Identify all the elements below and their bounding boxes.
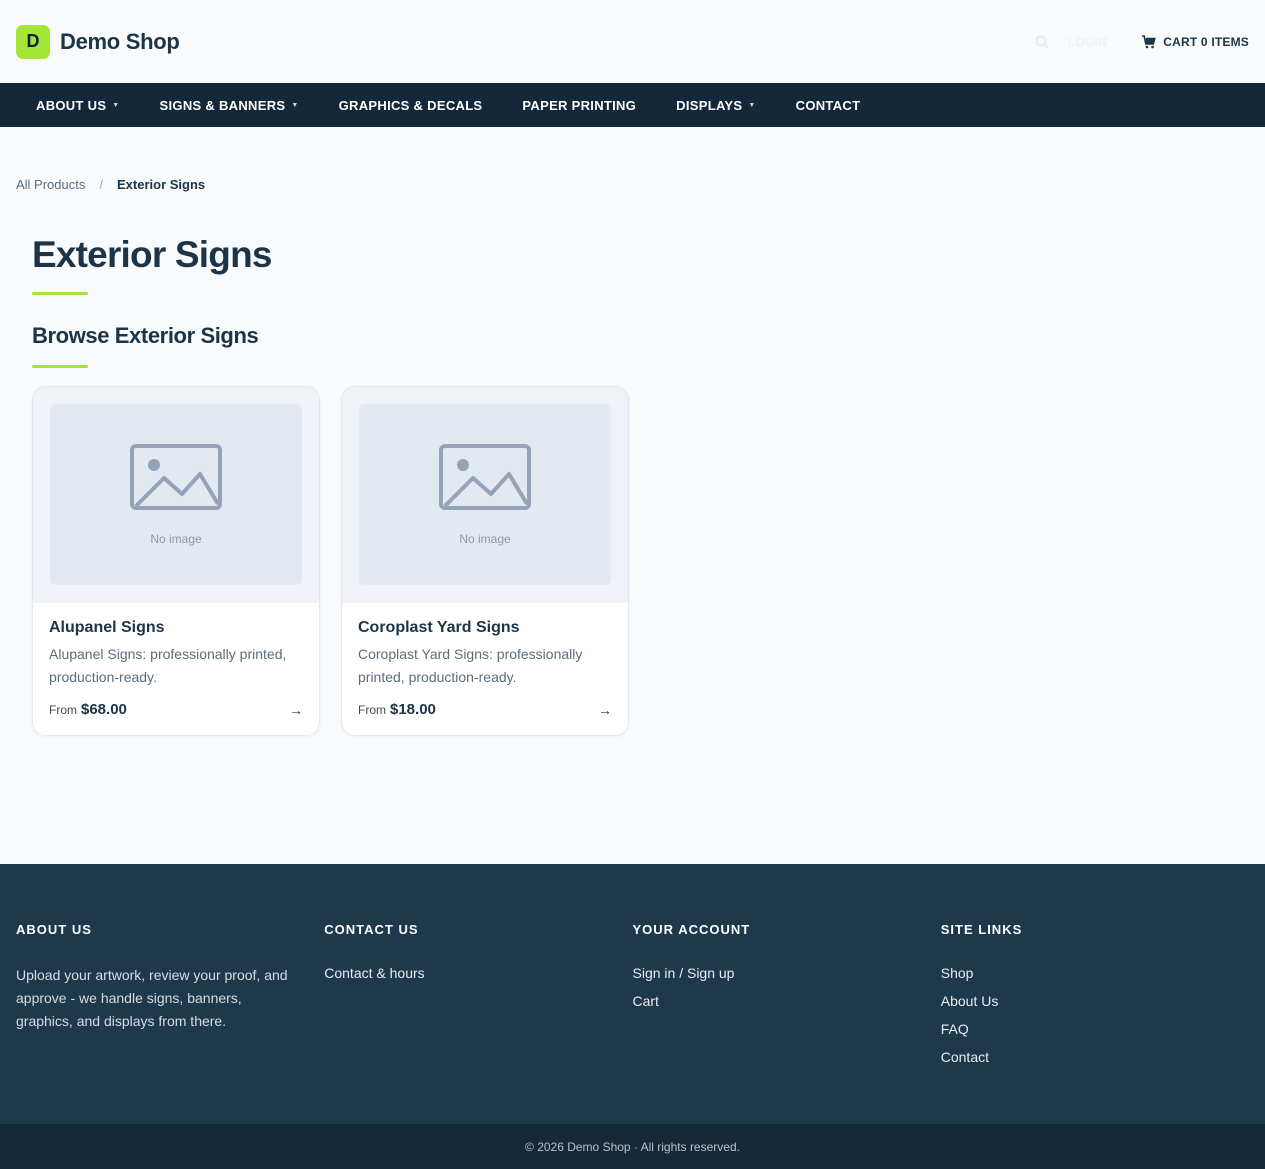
card-media: No image — [33, 387, 319, 603]
site-footer: ABOUT US Upload your artwork, review you… — [0, 864, 1265, 1124]
footer-link-shop[interactable]: Shop — [941, 964, 1249, 982]
price-prefix: From — [358, 703, 386, 717]
brand-logo: D — [16, 24, 50, 59]
cart-icon — [1141, 34, 1157, 50]
caret-down-icon: ▼ — [112, 101, 120, 109]
price-wrap: From $18.00 — [358, 701, 436, 718]
footer-heading: YOUR ACCOUNT — [632, 922, 751, 937]
footer-heading: ABOUT US — [16, 922, 92, 937]
product-price: $18.00 — [390, 701, 436, 718]
card-body: Coroplast Yard Signs Coroplast Yard Sign… — [342, 603, 628, 718]
nav-item-label: DISPLAYS — [676, 97, 743, 113]
card-footer: From $18.00 → — [358, 701, 612, 718]
product-card-coroplast-yard-signs[interactable]: No image Coroplast Yard Signs Coroplast … — [341, 386, 629, 736]
product-grid: No image Alupanel Signs Alupanel Signs: … — [32, 386, 1233, 736]
nav-item-label: CONTACT — [795, 97, 861, 113]
footer-links: Contact & hours — [324, 964, 632, 982]
footer-link-faq[interactable]: FAQ — [941, 1020, 1249, 1038]
footer-link-contact[interactable]: Contact — [941, 1048, 1249, 1066]
nav-item-signs-banners[interactable]: SIGNS & BANNERS ▼ — [160, 98, 299, 113]
nav-item-contact[interactable]: CONTACT — [796, 98, 861, 113]
price-wrap: From $68.00 — [49, 701, 127, 718]
footer-site-links: SITE LINKS Shop About Us FAQ Contact — [941, 922, 1249, 1124]
nav-item-label: ABOUT US — [36, 97, 107, 113]
footer-heading: SITE LINKS — [940, 922, 1023, 937]
card-media: No image — [342, 387, 628, 603]
cart-label: CART 0 ITEMS — [1163, 34, 1249, 49]
header-actions: LOGIN CART 0 ITEMS — [1034, 34, 1249, 50]
breadcrumb-separator: / — [99, 177, 103, 192]
main-nav: ABOUT US ▼ SIGNS & BANNERS ▼ GRAPHICS & … — [0, 83, 1265, 127]
nav-item-label: PAPER PRINTING — [522, 97, 637, 113]
footer-link-cart[interactable]: Cart — [633, 992, 941, 1010]
product-description: Alupanel Signs: professionally printed, … — [49, 646, 287, 685]
footer-link-contact-hours[interactable]: Contact & hours — [324, 964, 632, 982]
product-name: Coroplast Yard Signs — [358, 619, 520, 636]
footer-about-text: Upload your artwork, review your proof, … — [16, 967, 288, 1029]
page-title: Exterior Signs — [32, 234, 272, 275]
footer-about: ABOUT US Upload your artwork, review you… — [16, 922, 324, 1124]
nav-item-paper-printing[interactable]: PAPER PRINTING — [522, 98, 636, 113]
image-placeholder: No image — [359, 404, 611, 585]
image-placeholder: No image — [50, 404, 302, 585]
brand[interactable]: D Demo Shop — [16, 24, 180, 59]
no-image-label: No image — [459, 531, 511, 546]
product-name: Alupanel Signs — [49, 619, 165, 636]
login-link[interactable]: LOGIN — [1068, 35, 1108, 49]
product-description: Coroplast Yard Signs: professionally pri… — [358, 646, 583, 685]
image-placeholder-icon — [130, 443, 222, 510]
brand-name: Demo Shop — [60, 28, 180, 54]
footer-link-sign-in[interactable]: Sign in / Sign up — [633, 964, 941, 982]
caret-down-icon: ▼ — [748, 101, 756, 109]
breadcrumb-all-products[interactable]: All Products — [16, 177, 85, 192]
product-price: $68.00 — [81, 701, 127, 718]
search-icon[interactable] — [1034, 34, 1050, 50]
section-accent-bar — [32, 365, 88, 368]
nav-item-graphics-decals[interactable]: GRAPHICS & DECALS — [339, 98, 483, 113]
footer-links: Shop About Us FAQ Contact — [941, 964, 1249, 1066]
caret-down-icon: ▼ — [291, 101, 299, 109]
card-footer: From $68.00 → — [49, 701, 303, 718]
no-image-label: No image — [150, 531, 202, 546]
footer-contact: CONTACT US Contact & hours — [324, 922, 632, 1124]
main-content: Exterior Signs Browse Exterior Signs No … — [0, 234, 1265, 736]
cart-link[interactable]: CART 0 ITEMS — [1141, 34, 1249, 50]
arrow-right-icon[interactable]: → — [289, 702, 303, 718]
arrow-right-icon[interactable]: → — [598, 702, 612, 718]
nav-item-label: SIGNS & BANNERS — [159, 97, 286, 113]
product-card-alupanel-signs[interactable]: No image Alupanel Signs Alupanel Signs: … — [32, 386, 320, 736]
price-prefix: From — [49, 703, 77, 717]
footer-heading: CONTACT US — [324, 922, 419, 937]
footer-link-about-us[interactable]: About Us — [941, 992, 1249, 1010]
image-placeholder-icon — [439, 443, 531, 510]
breadcrumb: All Products / Exterior Signs — [0, 177, 1265, 192]
nav-item-about-us[interactable]: ABOUT US ▼ — [36, 98, 120, 113]
nav-item-label: GRAPHICS & DECALS — [338, 97, 483, 113]
footer-bottom-bar: © 2026 Demo Shop · All rights reserved. — [0, 1124, 1265, 1169]
copyright-text: © 2026 Demo Shop · All rights reserved. — [525, 1139, 740, 1154]
footer-account: YOUR ACCOUNT Sign in / Sign up Cart — [633, 922, 941, 1124]
breadcrumb-current: Exterior Signs — [117, 177, 206, 192]
footer-links: Sign in / Sign up Cart — [633, 964, 941, 1010]
site-header: D Demo Shop LOGIN CART 0 ITEMS — [0, 0, 1265, 83]
title-accent-bar — [32, 292, 88, 295]
nav-item-displays[interactable]: DISPLAYS ▼ — [676, 98, 755, 113]
section-title: Browse Exterior Signs — [32, 323, 259, 348]
card-body: Alupanel Signs Alupanel Signs: professio… — [33, 603, 319, 718]
